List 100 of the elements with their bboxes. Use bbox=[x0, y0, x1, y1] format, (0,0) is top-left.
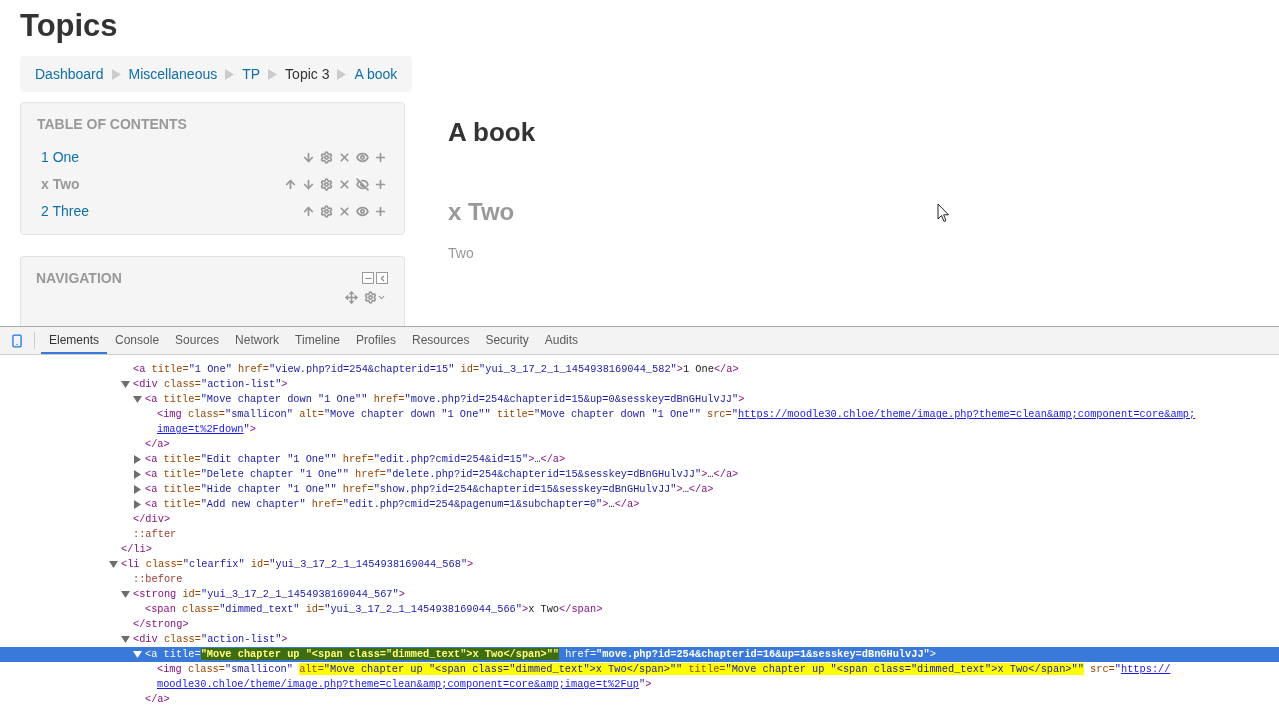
code-tag: > bbox=[701, 468, 708, 480]
dom-line[interactable]: <div class="action-list"> bbox=[0, 377, 1279, 392]
dom-line[interactable]: <a title="Edit chapter "1 One"" href="edit.php?cmid=254&id=15">…</a> bbox=[0, 452, 1279, 467]
move-button[interactable] bbox=[345, 291, 358, 304]
highlighted-attribute: title= bbox=[688, 663, 726, 675]
dom-line[interactable]: <li class="clearfix" id="yui_3_17_2_1_1454938169044_568"> bbox=[0, 557, 1279, 572]
code-tag: > bbox=[602, 498, 609, 510]
move-up-button[interactable] bbox=[283, 177, 297, 192]
code-attribute: href= bbox=[341, 453, 374, 465]
code-link[interactable]: https:// bbox=[1121, 663, 1171, 675]
code-tag: <a bbox=[145, 393, 158, 405]
code-attribute: src= bbox=[706, 408, 732, 420]
dom-line[interactable]: <a title="Add new chapter" href="edit.php?cmid=254&pagenum=1&subchapter=0">…</a> bbox=[0, 497, 1279, 512]
breadcrumb-link[interactable]: A book bbox=[354, 63, 398, 85]
close-icon bbox=[337, 178, 351, 191]
delete-button[interactable] bbox=[337, 177, 351, 192]
devtools-tab[interactable]: Sources bbox=[167, 327, 228, 354]
add-button[interactable] bbox=[373, 177, 387, 192]
expand-triangle-icon[interactable] bbox=[133, 500, 142, 509]
move-icon bbox=[345, 291, 358, 304]
dom-line[interactable]: <a title="Hide chapter "1 One"" href="show.php?id=254&chapterid=15&sesskey=dBnGHulvJJ">…</a> bbox=[0, 482, 1279, 497]
breadcrumb-link[interactable]: TP bbox=[242, 63, 261, 85]
devtools-tab[interactable]: Timeline bbox=[287, 327, 348, 354]
code-value: "show.php?id=254&chapterid=15&sesskey=dBnGHulvJJ" bbox=[373, 483, 677, 495]
code-tag: <img bbox=[157, 663, 182, 675]
devtools-tab[interactable]: Network bbox=[227, 327, 288, 354]
dock-block-button[interactable] bbox=[376, 272, 388, 284]
code-attribute: title= bbox=[162, 453, 201, 465]
chapter-link[interactable]: 1 One bbox=[41, 147, 80, 168]
chapter-text: Two bbox=[448, 244, 475, 263]
code-value: "yui_3_17_2_1_1454938169044_568" bbox=[269, 558, 468, 570]
move-down-button[interactable] bbox=[301, 177, 315, 192]
expand-triangle-icon[interactable] bbox=[133, 485, 142, 494]
collapse-triangle-icon[interactable] bbox=[121, 635, 130, 644]
settings-menu-button[interactable] bbox=[364, 291, 386, 304]
hide-button[interactable] bbox=[355, 150, 369, 165]
dom-line[interactable]: </a> bbox=[0, 692, 1279, 705]
code-tag: </a> bbox=[145, 438, 170, 450]
code-attribute: title= bbox=[162, 498, 201, 510]
code-value: "1 One" bbox=[188, 363, 232, 375]
add-button[interactable] bbox=[373, 150, 387, 165]
devtools-tab[interactable]: Profiles bbox=[348, 327, 405, 354]
code-tag: > bbox=[398, 588, 405, 600]
code-tag: > bbox=[676, 483, 683, 495]
collapse-block-button[interactable] bbox=[362, 272, 374, 284]
breadcrumb-link[interactable]: Dashboard bbox=[35, 63, 104, 85]
separator-icon bbox=[268, 68, 278, 80]
devtools-tab[interactable]: Audits bbox=[536, 327, 587, 354]
code-tag: > bbox=[521, 603, 529, 615]
move-down-button[interactable] bbox=[301, 150, 315, 165]
code-attribute: title= bbox=[162, 483, 201, 495]
collapse-triangle-icon[interactable] bbox=[133, 395, 142, 404]
dom-line[interactable]: ::before bbox=[0, 572, 1279, 587]
dom-line[interactable]: </li> bbox=[0, 542, 1279, 557]
collapse-triangle-icon[interactable] bbox=[133, 650, 142, 659]
dom-line[interactable]: </strong> bbox=[0, 617, 1279, 632]
collapse-triangle-icon[interactable] bbox=[109, 560, 118, 569]
code-link[interactable]: https://moodle30.chloe/theme/image.php?theme=clean&amp;component=core&amp; bbox=[737, 408, 1196, 420]
delete-button[interactable] bbox=[337, 204, 351, 219]
dom-line[interactable]: <span class="dimmed_text" id="yui_3_17_2_1_1454938169044_566">x Two</span> bbox=[0, 602, 1279, 617]
code-tag: > bbox=[528, 453, 535, 465]
breadcrumb-link[interactable]: Miscellaneous bbox=[128, 63, 218, 85]
code-value: "action-list" bbox=[201, 378, 282, 390]
show-button[interactable] bbox=[355, 177, 369, 192]
expand-triangle-icon[interactable] bbox=[133, 455, 142, 464]
code-tag: > bbox=[645, 678, 652, 690]
chapter-link[interactable]: 2 Three bbox=[41, 201, 89, 222]
hide-button[interactable] bbox=[355, 204, 369, 219]
arrow-up-icon bbox=[301, 205, 315, 218]
collapse-triangle-icon[interactable] bbox=[121, 380, 130, 389]
edit-button[interactable] bbox=[319, 177, 333, 192]
dom-line[interactable]: <a title="Delete chapter "1 One"" href="delete.php?id=254&chapterid=15&sesskey=dBnGHulvJJ">…</a> bbox=[0, 467, 1279, 482]
code-link[interactable]: image=t%2Fdown bbox=[157, 423, 244, 435]
dom-line[interactable]: <a title="Move chapter down "1 One"" href="move.php?id=254&chapterid=15&up=0&sesskey=dBnGHulvJJ"> bbox=[0, 392, 1279, 407]
dom-line[interactable]: <strong id="yui_3_17_2_1_1454938169044_567"> bbox=[0, 587, 1279, 602]
devtools-tab[interactable]: Security bbox=[477, 327, 537, 354]
plus-icon bbox=[373, 205, 387, 218]
dom-line[interactable]: <div class="action-list"> bbox=[0, 632, 1279, 647]
code-text: … bbox=[682, 483, 689, 495]
add-button[interactable] bbox=[373, 204, 387, 219]
devtools-tab[interactable]: Elements bbox=[41, 327, 108, 354]
edit-button[interactable] bbox=[319, 204, 333, 219]
dom-line[interactable]: </a> bbox=[0, 437, 1279, 452]
expand-triangle-icon[interactable] bbox=[133, 470, 142, 479]
delete-button[interactable] bbox=[337, 150, 351, 165]
code-text: … bbox=[534, 453, 541, 465]
move-up-button[interactable] bbox=[301, 204, 315, 219]
code-link[interactable]: moodle30.chloe/theme/image.php?theme=clean&amp;component=core&amp;image=t%2Fup bbox=[157, 678, 639, 690]
devtools-tab[interactable]: Console bbox=[107, 327, 168, 354]
dom-line[interactable]: </div> bbox=[0, 512, 1279, 527]
dom-line[interactable]: <a title="1 One" href="view.php?id=254&chapterid=15" id="yui_3_17_2_1_1454938169044_582">1 One</a> bbox=[0, 362, 1279, 377]
dom-line[interactable]: ::after bbox=[0, 527, 1279, 542]
code-value: "smallicon" bbox=[225, 408, 293, 420]
devtools-tab[interactable]: Resources bbox=[404, 327, 478, 354]
code-value: "yui_3_17_2_1_1454938169044_582" bbox=[479, 363, 677, 375]
separator-icon bbox=[111, 68, 121, 80]
code-value: "Move chapter down "1 One"" bbox=[200, 393, 368, 405]
edit-button[interactable] bbox=[319, 150, 333, 165]
dom-line[interactable]: <img class="smallicon" alt="Move chapter down "1 One"" title="Move chapter down "1 One"" src="https://moodle30.chloe/theme/image.php?theme=clean&amp;component=core&amp; image=t%2Fdown"> bbox=[0, 407, 1279, 437]
collapse-triangle-icon[interactable] bbox=[121, 590, 130, 599]
